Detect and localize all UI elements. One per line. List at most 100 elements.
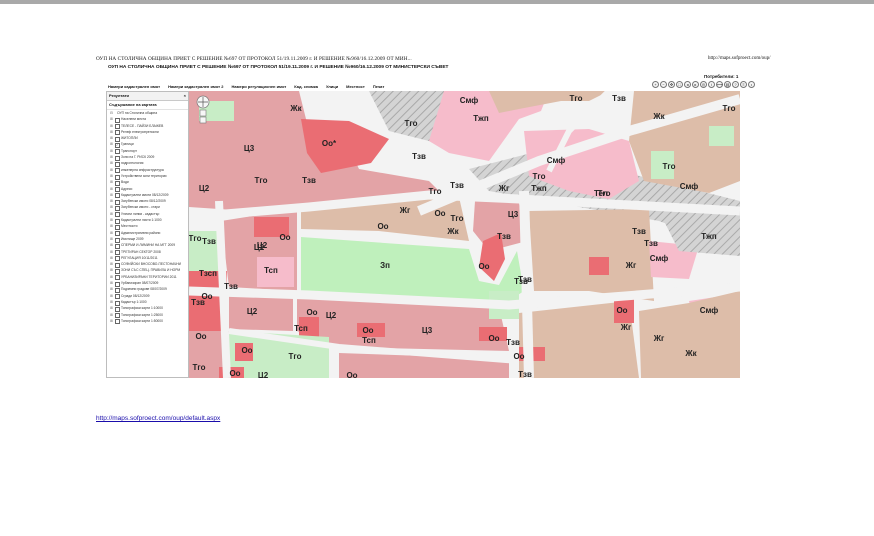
layer-label: хидрогеология [121,161,144,166]
layer-label: Местности [121,224,138,229]
zone-label: Ц3 [244,144,255,153]
zone-label: Жг [399,206,411,215]
layer-label: инженерна инфраструктура [121,167,164,172]
layers-icon[interactable]: ≡ [740,81,747,88]
layer-label: Зони на Г. РИСК 2009 [121,155,155,160]
layer-label: Води [121,180,129,185]
layer-label: Кадастрални листи 1:1000 [121,218,162,223]
zone-label: Тзв [632,227,646,236]
menu-item-streets[interactable]: Улици [326,84,338,91]
document-url[interactable]: http://maps.sofproect.com/oup/ [708,56,771,61]
previous-extent-icon[interactable]: ◂ [684,81,691,88]
layer-label: Адреси [121,186,133,191]
main-menu: Намери кадастрален имот Намери кадастрал… [108,84,384,91]
zoom-out-nav-icon [199,116,207,124]
next-extent-icon[interactable]: ▸ [692,81,699,88]
zone-label: Тсп [294,324,308,333]
layer-label: Граници [121,142,134,147]
close-icon[interactable]: × [184,92,186,100]
zone-label: Смф [700,306,719,315]
menu-item-cadastral-photo[interactable]: Кад. снимка [294,84,318,91]
zone-label: Тел [594,189,608,198]
expand-icon[interactable]: ⊞ [110,318,113,324]
zone-label: Ц3 [422,326,433,335]
layer-label: Улични линии - кадастър [121,211,160,216]
zone-label: Тзв [514,277,528,286]
layer-label: СПЕРМИ И ЛИМИНИ НА МГТ 2009 [121,243,176,248]
zone-label: Оо [195,332,206,341]
measure-icon[interactable]: ⟷ [716,81,723,88]
menu-item-print[interactable]: Печат [373,84,385,91]
menu-item-find-regulation[interactable]: Намери регулационен имот [231,84,286,91]
zone-label: Тзв [518,370,532,378]
zoning-map[interactable]: Ц3Оо*ТгоТжпСмфЖкТзвТго ЖгТго ТзвТгоТзв ТгоЖ… [189,91,740,378]
zone-label: Тзв [644,239,658,248]
zoom-box-icon[interactable]: □ [676,81,683,88]
layer-label: РЕГУЛАЦИЯ 10/11/2011 [121,255,158,260]
zone-label: Оо [513,352,524,361]
layer-label: Транспорт [121,148,137,153]
zone-label: Тзв [506,338,520,347]
zone-label: Смф [680,182,699,191]
zone-label: Зп [380,261,390,270]
zone-label: Оо [362,326,373,335]
zone-oo-east[interactable] [589,257,609,275]
layer-label: Топографски карти 1:25000 [121,312,163,317]
zone-label: Тзсп [199,269,217,278]
layer-label: ТРЕТИРАН СЕКТОР 2008 [121,249,161,254]
zone-label: Тго [405,119,418,128]
menu-item-locality[interactable]: Местност [346,84,365,91]
menu-item-find-cadastral[interactable]: Намери кадастрален имот [108,84,160,91]
users-counter: Потребители: 1 [704,74,739,79]
map-navigation[interactable] [196,95,210,130]
zone-label: Тго [255,176,268,185]
zone-label: Тсп [264,266,278,275]
menu-item-find-cadastral-2[interactable]: Намери кадастрален имот 2 [168,84,223,91]
zone-label: Тзв [224,282,238,291]
zone-label: Жг [620,323,632,332]
help-icon[interactable]: ? [732,81,739,88]
layer-label: Релеф електропреносни [121,129,159,134]
document-link[interactable]: http://maps.sofproect.com/oup/default.as… [96,415,220,422]
zone-label: Ц2 [326,311,337,320]
zone-label: Ц2 [257,241,268,250]
layer-label: Населени места [121,117,146,122]
zoom-in-nav-icon [199,109,207,117]
zone-label: Тсп [362,336,376,345]
zone-label: Жк [652,112,665,121]
layer-label: Имотище 2009 [121,236,144,241]
zone-tgo-ne-b[interactable] [709,126,734,146]
zone-label: Тго [193,363,206,372]
layer-item[interactable]: ⊞ Топографски карти 1:50000 [107,318,188,325]
layer-label: УРБАНИЗИРАНИ ТЕРИТОРИИ 2011 [121,274,177,279]
print-icon[interactable]: ▤ [724,81,731,88]
zone-label: Тго [533,172,546,181]
map-view[interactable]: Ц3 Оо* Тго Тжп Смф Жк Тзв Тго Жг Тго Тзв Тго Тзв Тго Ж… [189,91,740,378]
zone-label: Оо [229,369,240,378]
zone-label: Ц2 [199,184,210,193]
pan-icon[interactable]: ✥ [668,81,675,88]
zoom-out-icon[interactable]: − [660,81,667,88]
zone-label: Тжп [531,184,547,193]
identify-icon[interactable]: i [708,81,715,88]
zone-zhk-east[interactable] [529,209,654,301]
layer-label: Урбанизиран 08/07/2009 [121,281,159,286]
layer-list: ⊞ Населени места ⊞ ТЕЛЕСЕ - ПАЙЗИ БЛАЖЕВ ⊞ Ре… [107,116,188,325]
layer-label: Подземни градове 08/07/2009 [121,287,167,292]
window-top-border [0,0,874,4]
zone-label: Тзв [412,152,426,161]
zoom-in-icon[interactable]: + [652,81,659,88]
zone-label: Смф [460,96,479,105]
zone-label: Оо [478,262,489,271]
panel-header: Резултати × [107,92,188,101]
layer-label: Загубенски имоти 08/12/2009 [121,199,166,204]
map-toolbar: + − ✥ □ ◂ ▸ ◎ i ⟷ ▤ ? ≡ • [652,81,755,88]
info-icon[interactable]: • [748,81,755,88]
zone-label: Тжп [473,114,489,123]
layer-label: Топографски карти 1:50000 [121,318,163,323]
layer-label: ТЕЛЕСЕ - ПАЙЗИ БЛАЖЕВ [121,123,164,128]
layer-label: Кадастрални имоти 08/12/2009 [121,192,169,197]
zone-label: Тго [289,352,302,361]
layer-checkbox[interactable] [115,319,120,325]
full-extent-icon[interactable]: ◎ [700,81,707,88]
